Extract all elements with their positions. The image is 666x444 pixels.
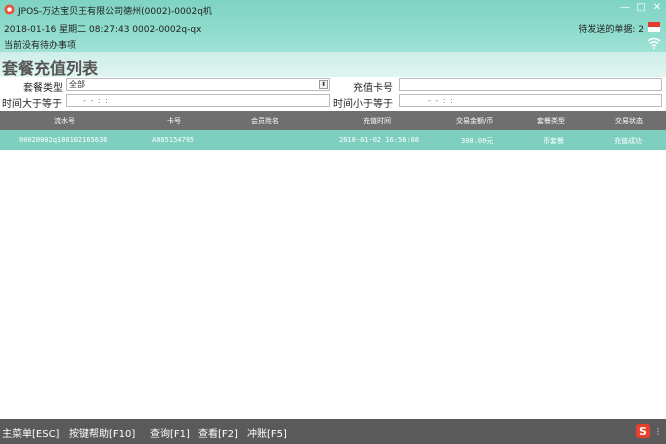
filter-form: 套餐类型 全部 ⬍ 充值卡号 时间大于等于 - - : : 时间小于等于 - -… bbox=[0, 77, 666, 111]
shortcut-bar: 主菜单[ESC] 按键帮助[F10] 查询[F1] 查看[F2] 冲账[F5] … bbox=[0, 419, 666, 444]
input-method-icon[interactable]: S bbox=[636, 424, 650, 438]
query-shortcut[interactable]: 查询[F1] bbox=[150, 425, 190, 440]
maximize-button[interactable]: □ bbox=[636, 2, 646, 14]
key-help-shortcut[interactable]: 按键帮助[F10] bbox=[69, 425, 135, 440]
time-to-label: 时间小于等于 bbox=[333, 99, 393, 110]
view-shortcut[interactable]: 查看[F2] bbox=[198, 425, 238, 440]
cell-recharge-time: 2018-01-02 16:56:08 bbox=[339, 136, 420, 144]
column-header-member-name[interactable]: 会员姓名 bbox=[251, 116, 279, 126]
svg-text:S: S bbox=[639, 425, 647, 438]
pending-documents-label[interactable]: 待发送的单据: 2 bbox=[578, 22, 644, 35]
cell-card: A005154795 bbox=[152, 136, 195, 144]
package-type-select[interactable]: 全部 ⬍ bbox=[66, 78, 330, 91]
column-header-recharge-time[interactable]: 充值时间 bbox=[363, 116, 391, 126]
time-to-input[interactable]: - - : : bbox=[399, 94, 662, 107]
cell-status: 充值成功 bbox=[614, 137, 642, 145]
card-number-label: 充值卡号 bbox=[353, 83, 393, 94]
cell-package-type: 币套餐 bbox=[543, 137, 564, 145]
window-title: JPOS-万达宝贝王有限公司德州(0002)-0002q机 bbox=[18, 7, 212, 17]
time-from-label: 时间大于等于 bbox=[2, 99, 62, 110]
column-header-package-type[interactable]: 套餐类型 bbox=[537, 116, 565, 126]
reverse-entry-shortcut[interactable]: 冲账[F5] bbox=[247, 425, 287, 440]
table-row[interactable]: 00020002q180102165636 A005154795 2018-01… bbox=[0, 130, 666, 150]
input-method-menu-icon[interactable]: ⋮ bbox=[654, 427, 662, 436]
cell-amount: 300.00元 bbox=[461, 137, 494, 145]
window-controls: — □ ✕ bbox=[620, 2, 662, 14]
column-header-card[interactable]: 卡号 bbox=[167, 116, 181, 126]
wifi-icon bbox=[647, 37, 661, 49]
todo-notice: 当前没有待办事项 bbox=[4, 41, 77, 51]
main-menu-shortcut[interactable]: 主菜单[ESC] bbox=[2, 425, 59, 440]
table-header: 流水号 卡号 会员姓名 充值时间 交易金额/币 套餐类型 交易状态 bbox=[0, 111, 666, 130]
card-number-input[interactable] bbox=[399, 78, 662, 91]
page-header: 套餐充值列表 bbox=[0, 52, 666, 78]
date-terminal-info: 2018-01-16 星期二 08:27:43 0002-0002q-qx bbox=[4, 25, 202, 35]
time-from-input[interactable]: - - : : bbox=[66, 94, 330, 107]
package-type-label: 套餐类型 bbox=[23, 83, 63, 94]
column-header-amount[interactable]: 交易金额/币 bbox=[456, 116, 493, 126]
column-header-status[interactable]: 交易状态 bbox=[615, 116, 643, 126]
select-arrow-icon[interactable]: ⬍ bbox=[319, 80, 328, 89]
column-header-serial[interactable]: 流水号 bbox=[54, 116, 75, 126]
close-button[interactable]: ✕ bbox=[652, 2, 662, 14]
package-type-value: 全部 bbox=[69, 80, 85, 89]
minimize-button[interactable]: — bbox=[620, 2, 630, 14]
cell-serial: 00020002q180102165636 bbox=[19, 136, 108, 144]
page-title: 套餐充值列表 bbox=[2, 59, 99, 78]
title-bar: JPOS-万达宝贝王有限公司德州(0002)-0002q机 — □ ✕ 2018… bbox=[0, 0, 666, 52]
flag-icon[interactable] bbox=[648, 22, 660, 32]
app-logo-icon bbox=[4, 4, 15, 15]
